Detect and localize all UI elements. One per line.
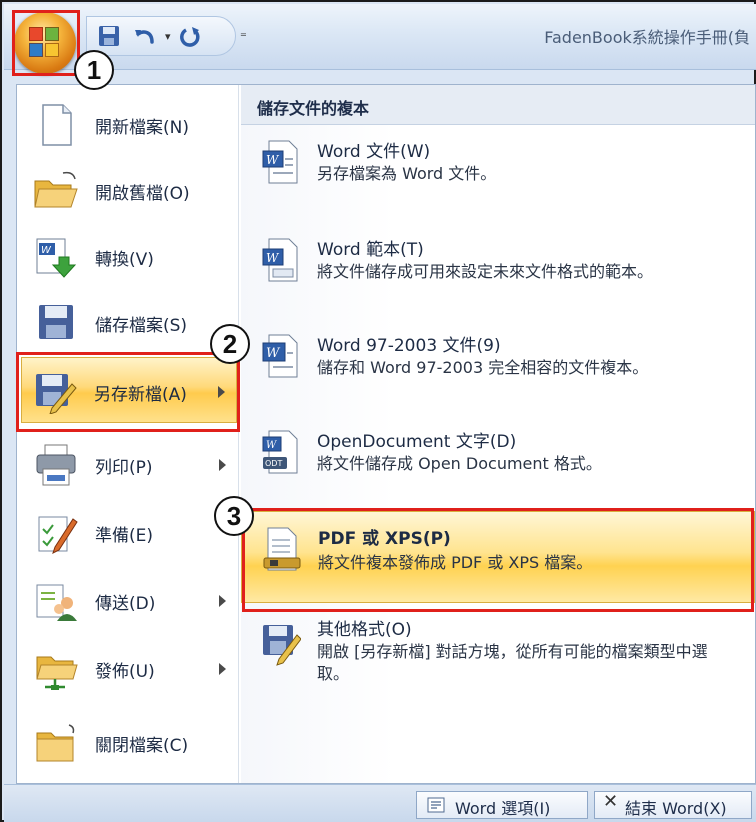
callout-badge-2: 2 <box>210 324 250 364</box>
menu-item-label: 儲存檔案(S) <box>95 316 188 336</box>
menu-item-publish[interactable]: 發佈(U) <box>23 635 237 701</box>
word-template-icon: W <box>262 238 298 282</box>
option-description: 將文件儲存成 Open Document 格式。 <box>317 454 602 473</box>
menu-item-label: 列印(P) <box>95 458 153 478</box>
submenu-arrow-icon <box>219 595 226 607</box>
send-icon <box>36 584 77 621</box>
save-as-highlight <box>16 352 240 432</box>
publish-icon <box>36 656 78 690</box>
title-bar: ▾ ₌ FadenBook系統操作手冊(負 <box>4 4 756 70</box>
save-icon <box>39 305 73 339</box>
save-as-word-template[interactable]: W Word 範本(T) 將文件儲存成可用來設定未來文件格式的範本。 <box>241 227 755 323</box>
word-options-button[interactable]: Word 選項(I) <box>416 791 588 819</box>
save-as-word-97-2003[interactable]: W Word 97-2003 文件(9) 儲存和 Word 97-2003 完全… <box>241 323 755 409</box>
option-description: 開啟 [另存新檔] 對話方塊，從所有可能的檔案類型中選取。 <box>317 642 708 683</box>
svg-text:ODT: ODT <box>265 459 282 468</box>
exit-word-button[interactable]: ✕ 結束 Word(X) <box>594 791 752 819</box>
menu-item-label: 準備(E) <box>95 526 154 546</box>
undo-icon[interactable] <box>132 24 158 48</box>
option-title: OpenDocument 文字(D) <box>317 432 517 452</box>
save-icon[interactable] <box>96 24 122 48</box>
word-document-icon: W <box>262 140 298 184</box>
menu-footer: Word 選項(I) ✕ 結束 Word(X) <box>4 784 756 822</box>
open-folder-icon <box>34 171 78 208</box>
svg-text:W: W <box>266 440 277 451</box>
submenu-arrow-icon <box>219 663 226 675</box>
option-title: Word 範本(T) <box>317 240 424 260</box>
submenu-header-text: 儲存文件的複本 <box>257 99 370 118</box>
convert-icon: W <box>36 238 77 278</box>
prepare-icon <box>38 516 78 554</box>
option-description: 將文件儲存成可用來設定未來文件格式的範本。 <box>317 262 654 281</box>
option-description: 儲存和 Word 97-2003 完全相容的文件複本。 <box>317 358 649 377</box>
option-title: 其他格式(O) <box>317 620 412 640</box>
opendocument-icon: W ODT <box>262 430 298 474</box>
submenu-arrow-icon <box>219 459 226 471</box>
option-description: 另存檔案為 Word 文件。 <box>317 164 497 183</box>
new-document-icon <box>42 104 72 146</box>
other-formats-icon <box>263 625 301 666</box>
menu-item-new[interactable]: 開新檔案(N) <box>23 91 237 157</box>
menu-item-prepare[interactable]: 準備(E) <box>23 499 237 565</box>
window-title: FadenBook系統操作手冊(負 <box>544 28 750 47</box>
pdf-xps-highlight <box>242 508 754 612</box>
menu-item-save[interactable]: 儲存檔案(S) <box>23 289 237 355</box>
menu-item-label: 轉換(V) <box>95 250 154 270</box>
window-frame: ▾ ₌ FadenBook系統操作手冊(負 1 開新檔案(N) 開啟舊檔(O) … <box>0 0 756 822</box>
customize-dropdown-icon[interactable]: ₌ <box>240 26 254 50</box>
svg-text:W: W <box>266 346 281 361</box>
svg-text:W: W <box>266 153 280 167</box>
office-menu-commands: 開新檔案(N) 開啟舊檔(O) W 轉換(V) 儲存檔案(S) 另存新檔(A) … <box>17 85 239 783</box>
menu-item-convert[interactable]: W 轉換(V) <box>23 223 237 289</box>
save-as-word-document[interactable]: W Word 文件(W) 另存檔案為 Word 文件。 <box>241 129 755 215</box>
option-title: Word 文件(W) <box>317 142 431 162</box>
callout-badge-3: 3 <box>214 496 254 536</box>
menu-item-label: 開新檔案(N) <box>95 118 189 138</box>
menu-item-label: 傳送(D) <box>95 594 156 614</box>
save-as-submenu: 儲存文件的複本 W Word 文件(W) 另存檔案為 Word 文件。 W Wo… <box>241 85 755 783</box>
callout-badge-1: 1 <box>74 50 114 90</box>
menu-item-label: 關閉檔案(C) <box>95 736 189 756</box>
word-97-2003-icon: W <box>262 334 298 378</box>
office-menu: 開新檔案(N) 開啟舊檔(O) W 轉換(V) 儲存檔案(S) 另存新檔(A) … <box>16 84 756 784</box>
menu-item-label: 發佈(U) <box>95 662 155 682</box>
submenu-header: 儲存文件的複本 <box>241 85 755 125</box>
option-title: Word 97-2003 文件(9) <box>317 336 501 356</box>
exit-word-label: 結束 Word(X) <box>625 799 727 818</box>
options-icon <box>427 797 445 813</box>
close-folder-icon <box>36 724 75 762</box>
office-button-highlight <box>12 10 80 76</box>
save-as-other-formats[interactable]: 其他格式(O) 開啟 [另存新檔] 對話方塊，從所有可能的檔案類型中選取。 <box>241 611 755 707</box>
undo-dropdown-icon[interactable]: ▾ <box>165 30 175 54</box>
redo-icon[interactable] <box>178 24 204 48</box>
menu-item-print[interactable]: 列印(P) <box>23 431 237 497</box>
close-icon: ✕ <box>603 791 619 812</box>
menu-item-open[interactable]: 開啟舊檔(O) <box>23 157 237 223</box>
svg-text:W: W <box>266 251 280 265</box>
word-options-label: Word 選項(I) <box>455 799 551 818</box>
svg-text:W: W <box>41 245 52 256</box>
menu-item-close[interactable]: 關閉檔案(C) <box>23 709 237 775</box>
menu-item-send[interactable]: 傳送(D) <box>23 567 237 633</box>
print-icon <box>36 444 76 486</box>
save-as-opendocument[interactable]: W ODT OpenDocument 文字(D) 將文件儲存成 Open Doc… <box>241 419 755 505</box>
menu-item-label: 開啟舊檔(O) <box>95 184 190 204</box>
